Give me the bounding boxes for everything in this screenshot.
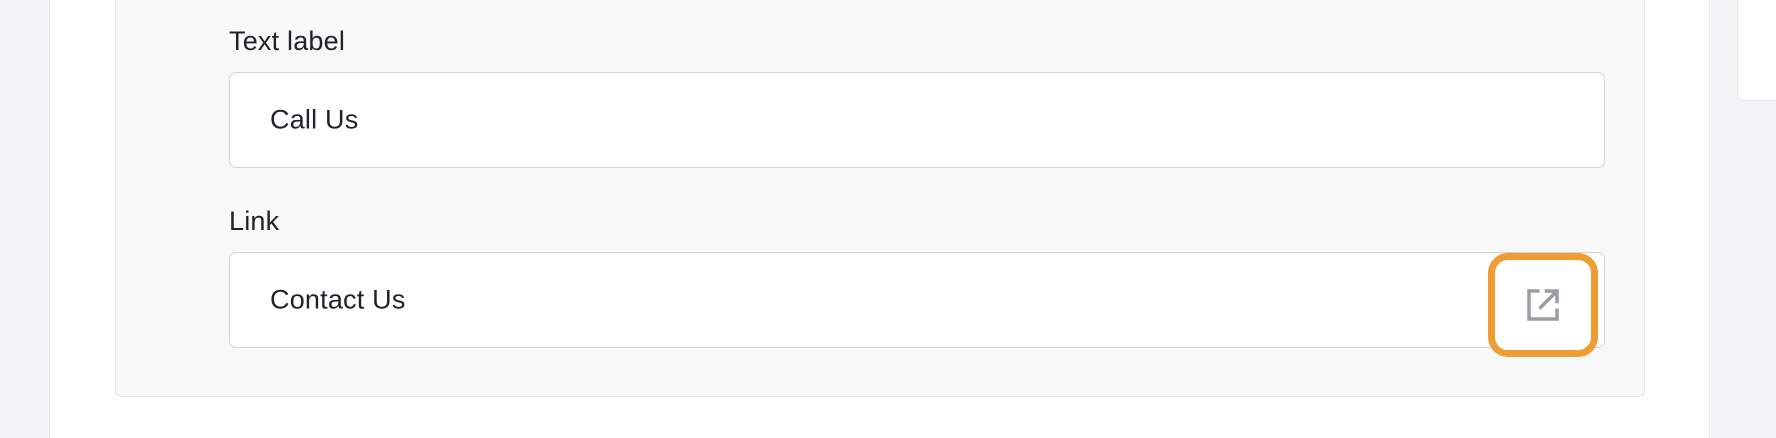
open-link-button[interactable]: [1488, 253, 1598, 357]
text-label-input-value: Call Us: [270, 104, 359, 135]
page: Text label Call Us Link Contact Us: [0, 0, 1776, 438]
text-label-input[interactable]: Call Us: [229, 72, 1605, 168]
external-link-icon: [1527, 289, 1559, 321]
side-panel-card: [1737, 0, 1776, 101]
text-label-field-label: Text label: [229, 26, 346, 56]
link-field-label: Link: [229, 206, 280, 236]
link-input[interactable]: Contact Us: [229, 252, 1605, 348]
link-input-value: Contact Us: [270, 284, 406, 315]
